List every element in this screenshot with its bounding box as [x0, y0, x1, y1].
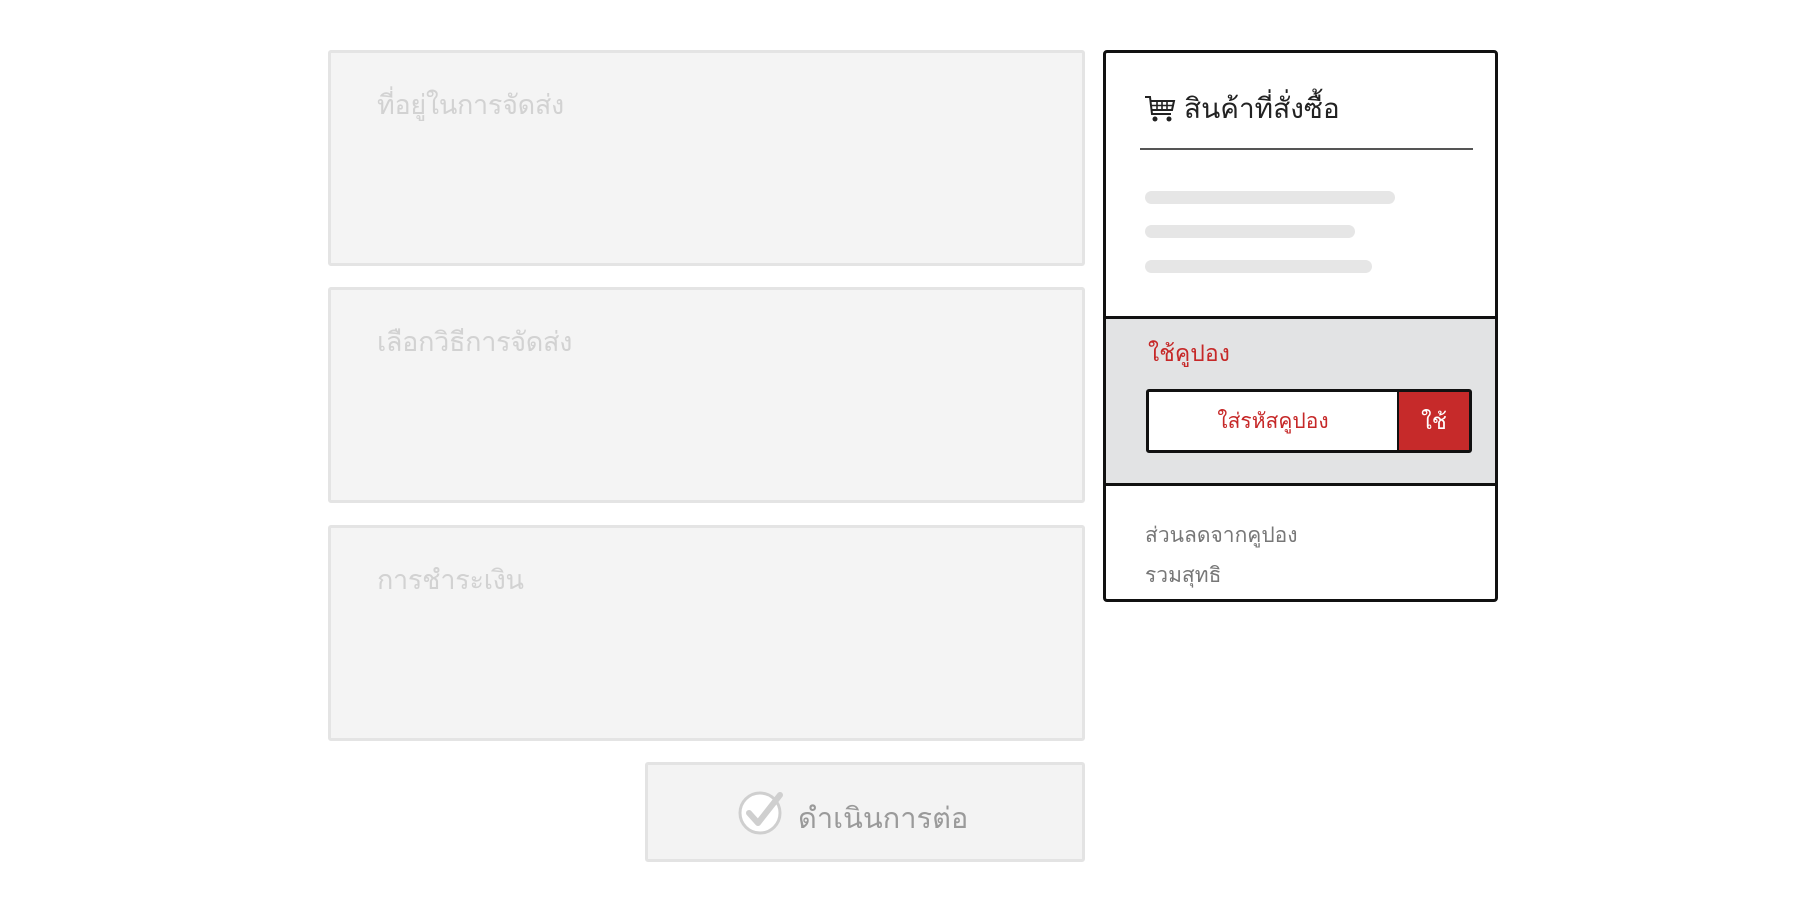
payment-section[interactable]: การชำระเงิน — [328, 525, 1085, 741]
coupon-title: ใช้คูปอง — [1148, 341, 1230, 367]
header-divider — [1140, 148, 1473, 150]
shipping-address-section[interactable]: ที่อยู่ในการจัดส่ง — [328, 50, 1085, 266]
shopping-cart-icon — [1145, 96, 1176, 122]
coupon-input-group: ใช้ — [1146, 389, 1472, 453]
loading-placeholder-line — [1145, 225, 1355, 238]
shipping-method-section[interactable]: เลือกวิธีการจัดส่ง — [328, 287, 1085, 503]
net-total-label: รวมสุทธิ — [1145, 563, 1222, 587]
coupon-discount-label: ส่วนลดจากคูปอง — [1145, 523, 1298, 547]
payment-title: การชำระเงิน — [377, 565, 524, 596]
check-circle-icon — [738, 791, 783, 835]
totals-section: ส่วนลดจากคูปอง รวมสุทธิ — [1145, 515, 1298, 595]
apply-coupon-button[interactable]: ใช้ — [1397, 392, 1469, 450]
order-summary-header: สินค้าที่สั่งซื้อ — [1144, 87, 1340, 131]
order-summary-title: สินค้าที่สั่งซื้อ — [1184, 92, 1340, 125]
continue-label: ดำเนินการต่อ — [798, 801, 969, 835]
loading-placeholder-line — [1145, 191, 1395, 204]
loading-placeholder-line — [1145, 260, 1372, 273]
continue-button[interactable]: ดำเนินการต่อ — [645, 762, 1085, 862]
shipping-address-title: ที่อยู่ในการจัดส่ง — [377, 90, 564, 121]
coupon-code-input[interactable] — [1149, 392, 1397, 450]
order-summary-panel: สินค้าที่สั่งซื้อ ใช้คูปอง ใช้ ส่วนลดจาก… — [1103, 50, 1498, 602]
coupon-section: ใช้คูปอง ใช้ — [1106, 316, 1495, 486]
shipping-method-title: เลือกวิธีการจัดส่ง — [377, 327, 573, 358]
